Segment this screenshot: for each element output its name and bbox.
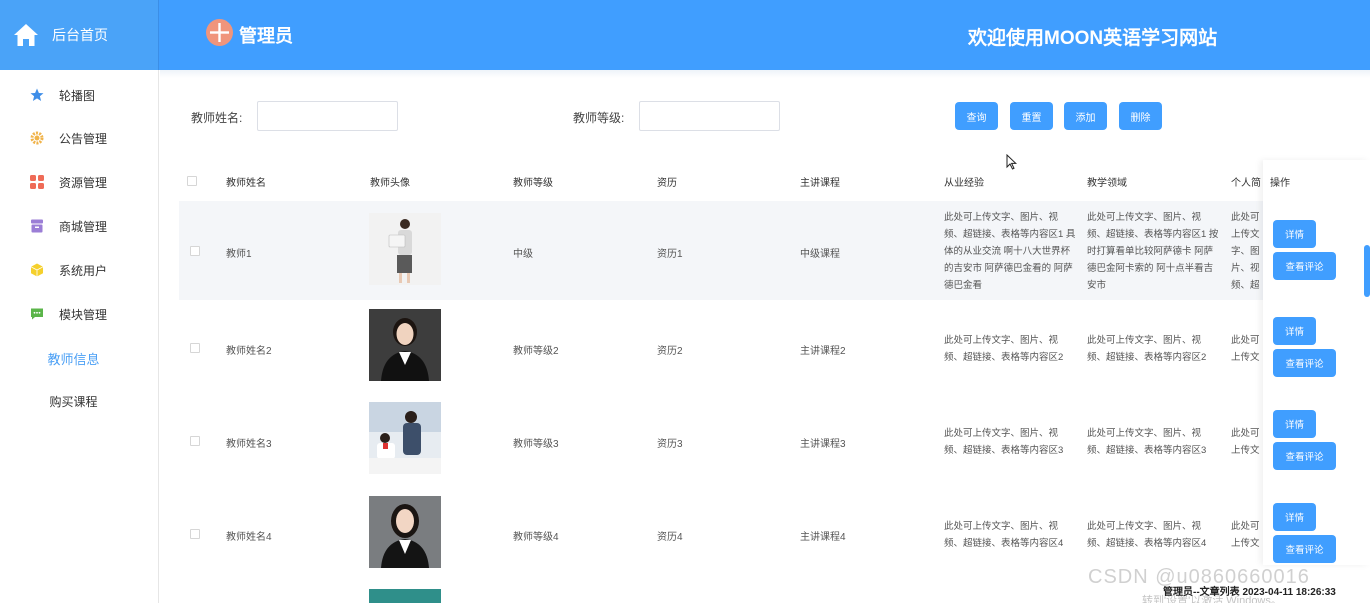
- sidebar-item-system-users[interactable]: 系统用户: [0, 255, 159, 285]
- detail-button[interactable]: 详情: [1273, 220, 1316, 248]
- home-icon: [14, 24, 38, 46]
- row-checkbox[interactable]: [190, 343, 200, 353]
- teacher-avatar: [369, 309, 441, 381]
- sidebar-item-label: 模块管理: [59, 307, 108, 322]
- top-header: 后台首页 管理员 欢迎使用MOON英语学习网站: [0, 0, 1370, 70]
- grid-icon: [30, 175, 44, 189]
- detail-button[interactable]: 详情: [1273, 410, 1316, 438]
- cube-icon: [30, 263, 44, 277]
- cell-course: 主讲课程3: [800, 439, 846, 450]
- sidebar-subitem-purchase-course[interactable]: 购买课程: [0, 386, 159, 416]
- scrollbar-handle[interactable]: [1364, 245, 1370, 297]
- chat-icon: [31, 308, 43, 320]
- cell-level: 教师等级4: [513, 532, 559, 543]
- cell-course: 主讲课程2: [800, 346, 846, 357]
- sidebar-item-label: 轮播图: [59, 88, 96, 103]
- teacher-name-input[interactable]: [257, 101, 398, 131]
- cell-experience: 此处可上传文字、图片、视频、超链接、表格等内容区3: [944, 428, 1064, 456]
- cell-intro: 此处可上传文字、图片、视频、超链接、表格等内容区1 吧是大萨萨德奶疏: [1231, 212, 1260, 291]
- delete-button[interactable]: 删除: [1119, 102, 1162, 130]
- cell-level: 教师等级3: [513, 439, 559, 450]
- header-course: 主讲课程: [800, 178, 840, 189]
- header-operations: 操作: [1270, 178, 1290, 189]
- sidebar-item-modules[interactable]: 模块管理: [0, 299, 159, 329]
- cell-field: 此处可上传文字、图片、视频、超链接、表格等内容区4: [1087, 521, 1207, 549]
- header-intro: 个人简: [1231, 178, 1261, 189]
- sidebar-item-label: 资源管理: [59, 175, 108, 190]
- cell-experience: 此处可上传文字、图片、视频、超链接、表格等内容区2: [944, 335, 1064, 363]
- cell-qualification: 资历3: [657, 439, 683, 450]
- sidebar-item-announcement[interactable]: 公告管理: [0, 123, 159, 153]
- cell-course: 主讲课程4: [800, 532, 846, 543]
- teacher-name-label: 教师姓名:: [191, 111, 243, 125]
- cell-intro: 此处可上传文字、图片、视频、超链接: [1231, 521, 1260, 549]
- teacher-avatar: [369, 496, 441, 568]
- detail-button[interactable]: 详情: [1273, 503, 1316, 531]
- row-checkbox[interactable]: [190, 246, 200, 256]
- sidebar-item-label: 系统用户: [59, 263, 108, 278]
- cell-field: 此处可上传文字、图片、视频、超链接、表格等内容区2: [1087, 335, 1207, 363]
- sidebar-subitem-label: 教师信息: [47, 351, 100, 367]
- cell-name: 教师姓名4: [226, 532, 272, 543]
- header-qualification: 资历: [657, 178, 677, 189]
- teacher-avatar: [369, 402, 441, 474]
- cell-experience: 此处可上传文字、图片、视频、超链接、表格等内容区4: [944, 521, 1064, 549]
- sidebar-subitem-label: 购买课程: [49, 394, 98, 409]
- teacher-avatar: [369, 589, 441, 603]
- cell-level: 教师等级2: [513, 346, 559, 357]
- cell-intro: 此处可上传文字、图片、视频、超链接: [1231, 428, 1260, 456]
- select-all-checkbox[interactable]: [187, 176, 197, 186]
- sidebar-item-resources[interactable]: 资源管理: [0, 167, 159, 197]
- view-comments-button[interactable]: 查看评论: [1273, 349, 1336, 377]
- sidebar-subitem-teacher-info[interactable]: 教师信息: [0, 343, 159, 373]
- cell-field: 此处可上传文字、图片、视频、超链接、表格等内容区1 按时打算看单比较阿萨德卡 阿…: [1087, 212, 1219, 291]
- home-label: 后台首页: [52, 27, 108, 43]
- row-checkbox[interactable]: [190, 529, 200, 539]
- content-top-shadow: [160, 70, 1370, 78]
- cell-name: 教师姓名2: [226, 346, 272, 357]
- reset-button[interactable]: 重置: [1010, 102, 1053, 130]
- query-button[interactable]: 查询: [955, 102, 998, 130]
- sidebar-item-label: 商城管理: [59, 219, 108, 234]
- box-icon: [31, 219, 43, 233]
- header-teacher-avatar: 教师头像: [370, 178, 410, 189]
- admin-avatar-icon: [206, 19, 233, 46]
- cell-experience: 此处可上传文字、图片、视频、超链接、表格等内容区1 具体的从业交流 啊十八大世界…: [944, 212, 1076, 291]
- cell-name: 教师姓名3: [226, 439, 272, 450]
- cell-qualification: 资历2: [657, 346, 683, 357]
- view-comments-button[interactable]: 查看评论: [1273, 252, 1336, 280]
- cell-qualification: 资历4: [657, 532, 683, 543]
- view-comments-button[interactable]: 查看评论: [1273, 442, 1336, 470]
- view-comments-button[interactable]: 查看评论: [1273, 535, 1336, 563]
- star-icon: [30, 88, 44, 101]
- header-experience: 从业经验: [944, 178, 984, 189]
- header-field: 教学领域: [1087, 178, 1127, 189]
- teacher-level-input[interactable]: [639, 101, 780, 131]
- sidebar-item-carousel[interactable]: 轮播图: [0, 80, 159, 110]
- welcome-title: 欢迎使用MOON英语学习网站: [968, 28, 1218, 49]
- cell-level: 中级: [513, 249, 533, 260]
- add-button[interactable]: 添加: [1064, 102, 1107, 130]
- teacher-level-label: 教师等级:: [573, 111, 625, 125]
- gear-icon: [30, 131, 44, 145]
- header-teacher-name: 教师姓名: [226, 178, 266, 189]
- home-link[interactable]: 后台首页: [0, 0, 159, 70]
- admin-name: 管理员: [239, 26, 293, 46]
- cell-course: 中级课程: [800, 249, 840, 260]
- cell-qualification: 资历1: [657, 249, 683, 260]
- cell-intro: 此处可上传文字、图片、视频、超链接: [1231, 335, 1260, 363]
- header-teacher-level: 教师等级: [513, 178, 553, 189]
- row-checkbox[interactable]: [190, 436, 200, 446]
- status-text: 管理员--文章列表 2023-04-11 18:26:33: [1163, 587, 1336, 598]
- sidebar-item-label: 公告管理: [59, 131, 108, 146]
- sidebar-item-shop[interactable]: 商城管理: [0, 211, 159, 241]
- cell-name: 教师1: [226, 249, 252, 260]
- teacher-avatar: [369, 213, 441, 285]
- detail-button[interactable]: 详情: [1273, 317, 1316, 345]
- cell-field: 此处可上传文字、图片、视频、超链接、表格等内容区3: [1087, 428, 1207, 456]
- mouse-cursor-icon: [1006, 154, 1017, 170]
- sidebar: 轮播图 公告管理 资源管理 商城管理 系统用户 模块管理 教师信息 购买课程: [0, 70, 159, 603]
